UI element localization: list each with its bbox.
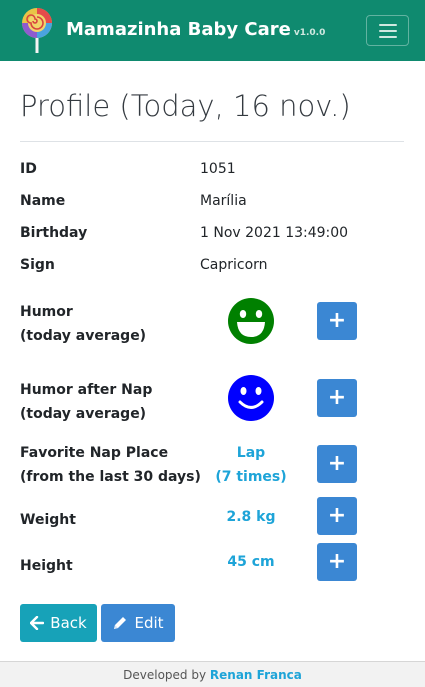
- name-value: Marília: [200, 193, 247, 209]
- sign-label: Sign: [20, 257, 55, 273]
- edit-button-label: Edit: [134, 614, 164, 632]
- back-button[interactable]: Back: [20, 604, 97, 642]
- birthday-label: Birthday: [20, 225, 88, 241]
- add-weight-button[interactable]: +: [317, 497, 357, 535]
- brand-name: Mamazinha Baby Care: [66, 19, 291, 40]
- add-nap-button[interactable]: +: [317, 445, 357, 483]
- birthday-value: 1 Nov 2021 13:49:00: [200, 225, 349, 241]
- sign-value: Capricorn: [200, 257, 268, 273]
- smiling-face-icon: [228, 375, 274, 421]
- humor-label: Humor (today average): [20, 304, 147, 344]
- footer-prefix: Developed by: [123, 668, 207, 682]
- favorite-nap-place-value: Lap (7 times): [215, 445, 287, 485]
- menu-toggle-button[interactable]: [366, 15, 409, 46]
- arrow-left-icon: [30, 616, 45, 630]
- add-height-button[interactable]: +: [317, 543, 357, 581]
- name-label: Name: [20, 193, 66, 209]
- weight-label: Weight: [20, 512, 76, 528]
- back-button-label: Back: [50, 614, 87, 632]
- navbar: Mamazinha Baby Care v1.0.0: [0, 0, 425, 61]
- page-title: Profile (Today, 16 nov.): [20, 89, 351, 123]
- footer: Developed by Renan Franca: [0, 661, 425, 687]
- height-value: 45 cm: [227, 554, 275, 570]
- height-label: Height: [20, 558, 73, 574]
- weight-value: 2.8 kg: [226, 509, 276, 525]
- footer-author-link[interactable]: Renan Franca: [210, 668, 302, 682]
- favorite-nap-place-label: Favorite Nap Place (from the last 30 day…: [20, 445, 201, 485]
- brand-title[interactable]: Mamazinha Baby Care v1.0.0: [66, 19, 325, 40]
- hamburger-icon: [379, 24, 397, 26]
- lollipop-logo[interactable]: [20, 7, 54, 53]
- humor-after-nap-label: Humor after Nap (today average): [20, 382, 153, 422]
- id-label: ID: [20, 161, 37, 177]
- version-badge: v1.0.0: [293, 28, 326, 38]
- add-humor-after-nap-button[interactable]: +: [317, 379, 357, 417]
- happy-face-icon: [228, 298, 274, 344]
- id-value: 1051: [200, 161, 236, 177]
- pencil-icon: [114, 617, 127, 629]
- edit-button[interactable]: Edit: [101, 604, 175, 642]
- title-divider: [20, 141, 404, 142]
- add-humor-button[interactable]: +: [317, 302, 357, 340]
